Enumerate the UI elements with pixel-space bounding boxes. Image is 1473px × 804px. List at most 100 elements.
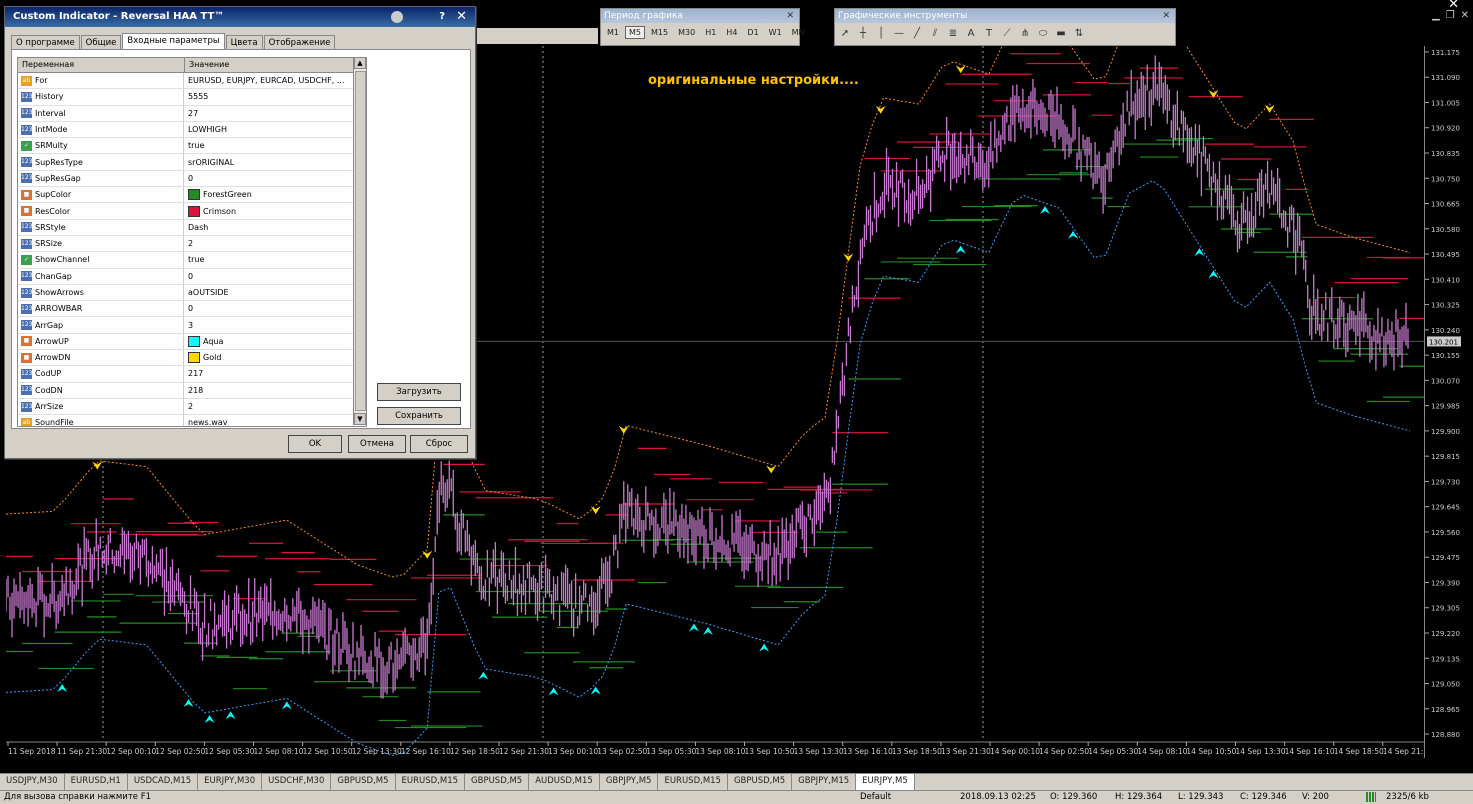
- chart-tab[interactable]: GBPJPY,M5: [600, 774, 659, 790]
- param-row[interactable]: ■ ArrowUP Aqua: [18, 333, 366, 351]
- reset-button[interactable]: Сброс: [410, 435, 468, 453]
- load-button[interactable]: Загрузить: [377, 383, 461, 401]
- chart-tab[interactable]: GBPUSD,M5: [465, 774, 530, 790]
- text-icon[interactable]: A: [963, 26, 979, 40]
- period-d1[interactable]: D1: [743, 26, 762, 39]
- restore-icon[interactable]: ❐: [1446, 10, 1455, 21]
- chart-tab[interactable]: USDJPY,M30: [0, 774, 65, 790]
- param-row[interactable]: 123 ChanGap 0: [18, 268, 366, 285]
- vline-icon[interactable]: │: [873, 26, 889, 40]
- param-value[interactable]: EURUSD, EURJPY, EURCAD, USDCHF, ...: [188, 76, 344, 85]
- chart-tab[interactable]: USDCAD,M15: [128, 774, 199, 790]
- minimize-icon[interactable]: ▁: [1432, 10, 1440, 21]
- period-w1[interactable]: W1: [765, 26, 786, 39]
- dialog-close-button[interactable]: ✕: [456, 7, 467, 27]
- column-value[interactable]: Значение: [185, 58, 366, 72]
- param-value[interactable]: 0: [188, 174, 193, 183]
- fibo-icon[interactable]: ≣: [945, 26, 961, 40]
- period-h1[interactable]: H1: [701, 26, 720, 39]
- chart-tab[interactable]: EURJPY,M30: [198, 774, 263, 790]
- rectangle-icon[interactable]: ▬: [1053, 26, 1069, 40]
- ellipse-icon[interactable]: ⬭: [1035, 26, 1051, 40]
- chart-tab[interactable]: EURJPY,M5: [856, 774, 915, 790]
- cursor-icon[interactable]: ➚: [837, 26, 853, 40]
- save-button[interactable]: Сохранить: [377, 407, 461, 425]
- param-row[interactable]: 123 SupResType srORIGINAL: [18, 154, 366, 171]
- param-value[interactable]: 2: [188, 402, 193, 411]
- param-row[interactable]: 123 ARROWBAR 0: [18, 301, 366, 318]
- label-icon[interactable]: T: [981, 26, 997, 40]
- chart-tab[interactable]: GBPJPY,M15: [792, 774, 857, 790]
- scroll-down-icon[interactable]: ▼: [354, 413, 366, 425]
- param-value[interactable]: news.wav: [188, 418, 227, 426]
- gann-icon[interactable]: ⟋: [999, 26, 1015, 40]
- chart-tab[interactable]: GBPUSD,M5: [331, 774, 396, 790]
- scroll-thumb[interactable]: [355, 71, 366, 411]
- param-value[interactable]: 27: [188, 109, 198, 118]
- param-value[interactable]: 217: [188, 369, 203, 378]
- param-row[interactable]: 123 IntMode LOWHIGH: [18, 121, 366, 139]
- param-value[interactable]: 3: [188, 321, 193, 330]
- param-row[interactable]: ✓ ShowChannel true: [18, 252, 366, 269]
- param-row[interactable]: 123 SRStyle Dash: [18, 219, 366, 236]
- close-chart-icon[interactable]: ✕: [1461, 10, 1469, 21]
- param-value[interactable]: true: [188, 141, 204, 150]
- chart-tab[interactable]: EURUSD,H1: [65, 774, 128, 790]
- hline-icon[interactable]: —: [891, 26, 907, 40]
- param-row[interactable]: ✓ SRMulty true: [18, 138, 366, 155]
- pitchfork-icon[interactable]: ⋔: [1017, 26, 1033, 40]
- param-row[interactable]: 123 SRSize 2: [18, 235, 366, 253]
- scroll-up-icon[interactable]: ▲: [354, 57, 366, 69]
- chart-tab[interactable]: EURUSD,M15: [396, 774, 466, 790]
- crosshair-icon[interactable]: ┼: [855, 26, 871, 40]
- param-row[interactable]: 123 CodUP 217: [18, 366, 366, 383]
- period-mn[interactable]: MN: [788, 26, 809, 39]
- chart-tab[interactable]: GBPUSD,M5: [728, 774, 793, 790]
- param-value[interactable]: Crimson: [203, 207, 236, 216]
- param-value[interactable]: ForestGreen: [203, 190, 252, 199]
- chart-tab[interactable]: USDCHF,M30: [262, 774, 332, 790]
- column-variable[interactable]: Переменная: [18, 58, 185, 72]
- param-value[interactable]: Dash: [188, 223, 208, 232]
- channel-icon[interactable]: ⫽: [927, 26, 943, 40]
- period-toolbar-close-icon[interactable]: ✕: [786, 9, 794, 23]
- param-row[interactable]: 123 CodDN 218: [18, 382, 366, 399]
- cancel-button[interactable]: Отмена: [348, 435, 406, 453]
- period-m30[interactable]: M30: [674, 26, 699, 39]
- param-row[interactable]: 123 ArrSize 2: [18, 398, 366, 416]
- param-row[interactable]: ab For EURUSD, EURJPY, EURCAD, USDCHF, ...: [18, 73, 366, 90]
- param-value[interactable]: 2: [188, 239, 193, 248]
- tab-2[interactable]: Входные параметры: [122, 33, 225, 50]
- period-m5[interactable]: M5: [625, 26, 645, 39]
- arrows-icon[interactable]: ⇅: [1071, 26, 1087, 40]
- period-h4[interactable]: H4: [722, 26, 741, 39]
- param-row[interactable]: ■ ArrowDN Gold: [18, 350, 366, 367]
- chart-tab[interactable]: EURUSD,M15: [658, 774, 728, 790]
- param-row[interactable]: ab SoundFile news.wav: [18, 415, 366, 426]
- param-row[interactable]: 123 SupResGap 0: [18, 170, 366, 188]
- period-m15[interactable]: M15: [647, 26, 672, 39]
- param-value[interactable]: srORIGINAL: [188, 158, 234, 167]
- param-value[interactable]: true: [188, 255, 204, 264]
- graph-tools-close-icon[interactable]: ✕: [1162, 9, 1170, 23]
- help-button[interactable]: ?: [439, 7, 445, 27]
- param-value[interactable]: 5555: [188, 92, 208, 101]
- param-value[interactable]: LOWHIGH: [188, 125, 227, 134]
- param-value[interactable]: 218: [188, 386, 203, 395]
- param-row[interactable]: 123 ShowArrows aOUTSIDE: [18, 284, 366, 302]
- param-row[interactable]: ■ SupColor ForestGreen: [18, 187, 366, 204]
- param-value[interactable]: Aqua: [203, 337, 223, 346]
- param-value[interactable]: 0: [188, 304, 193, 313]
- param-value[interactable]: aOUTSIDE: [188, 288, 229, 297]
- param-row[interactable]: 123 ArrGap 3: [18, 317, 366, 334]
- chart-tab[interactable]: AUDUSD,M15: [529, 774, 600, 790]
- param-value[interactable]: Gold: [203, 353, 221, 362]
- param-row[interactable]: ■ ResColor Crimson: [18, 203, 366, 220]
- ok-button[interactable]: OK: [288, 435, 342, 453]
- param-value[interactable]: 0: [188, 272, 193, 281]
- param-row[interactable]: 123 Interval 27: [18, 105, 366, 122]
- param-row[interactable]: 123 History 5555: [18, 89, 366, 106]
- params-scrollbar[interactable]: ▲ ▼: [353, 57, 366, 425]
- period-m1[interactable]: M1: [603, 26, 623, 39]
- trendline-icon[interactable]: ╱: [909, 26, 925, 40]
